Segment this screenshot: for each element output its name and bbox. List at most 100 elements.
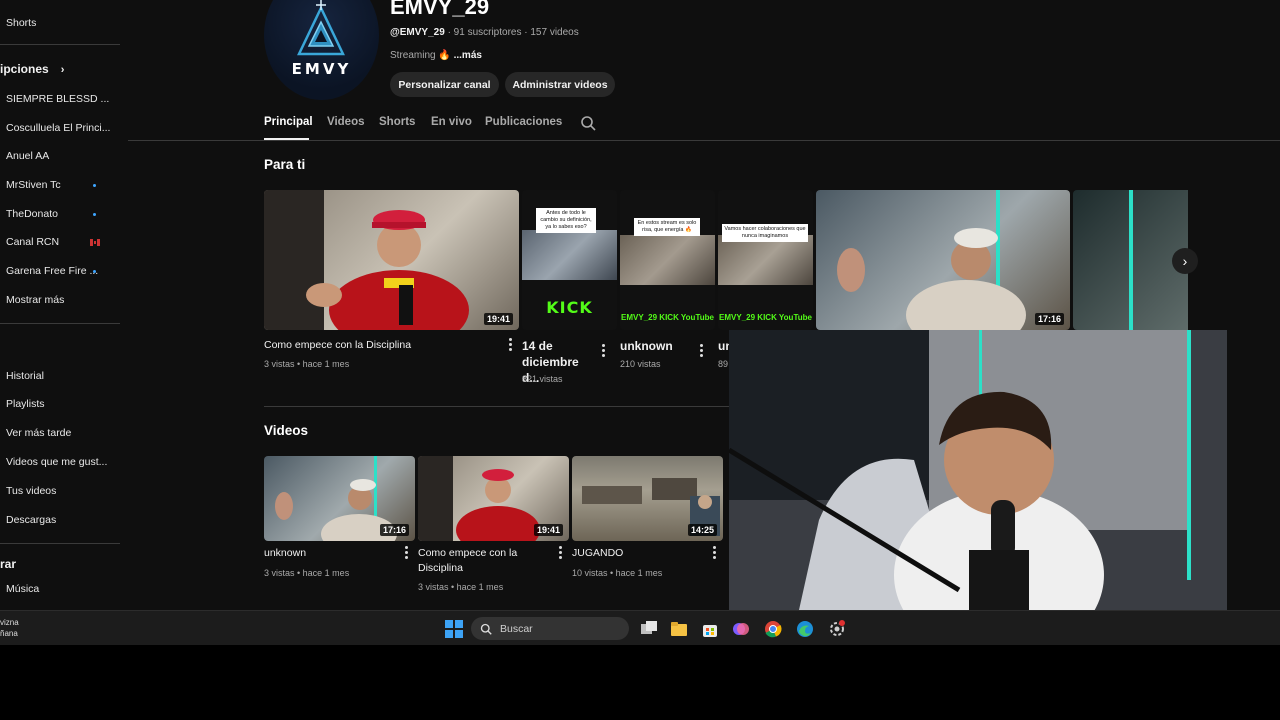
sidebar-subscription-item[interactable]: Canal RCN [6, 236, 118, 248]
more-actions-icon[interactable] [508, 338, 512, 352]
more-actions-icon[interactable] [404, 546, 408, 560]
sidebar-show-more[interactable]: Mostrar más [6, 294, 118, 306]
section-title-for-you: Para ti [264, 157, 306, 172]
sidebar-item-watch-later[interactable]: Ver más tarde [6, 427, 118, 439]
sidebar-divider [0, 543, 120, 544]
channel-handle: @EMVY_29 [390, 27, 445, 38]
video-duration: 19:41 [533, 524, 563, 536]
tabs-divider [128, 140, 1280, 141]
video-thumbnail[interactable]: 17:16 [264, 456, 415, 541]
sidebar-item-downloads[interactable]: Descargas [6, 514, 118, 526]
video-thumbnail[interactable] [1073, 190, 1188, 330]
sidebar-heading-subscriptions[interactable]: ipciones › [0, 62, 64, 76]
video-meta: 3 vistas • hace 1 mes [264, 359, 350, 369]
fire-icon: 🔥 [438, 50, 451, 61]
video-thumbnail[interactable]: 17:16 [816, 190, 1070, 330]
sidebar: Shorts ipciones › SIEMPRE BLESSD ... Cosc… [0, 0, 128, 610]
windows-start-icon[interactable] [445, 620, 463, 638]
video-thumbnail[interactable]: 19:41 [264, 190, 519, 330]
sidebar-item-liked-videos[interactable]: Videos que me gust... [6, 456, 118, 468]
sidebar-subscription-item[interactable]: SIEMPRE BLESSD ... [6, 93, 118, 105]
file-explorer-icon[interactable] [670, 620, 688, 638]
sidebar-divider [0, 44, 120, 45]
video-thumbnail[interactable]: 14:25 [572, 456, 723, 541]
section-title-videos: Videos [264, 423, 309, 438]
section-divider [264, 406, 729, 407]
manage-videos-button[interactable]: Administrar videos [505, 72, 615, 97]
short-caption: Vamos hacer colaboraciones que nunca ima… [722, 224, 808, 242]
edge-icon[interactable] [796, 620, 814, 638]
video-title[interactable]: Como empece con la Disciplina [418, 546, 548, 576]
video-title[interactable]: JUGANDO [572, 546, 702, 561]
channel-counts: · 91 suscriptores · 157 videos [447, 27, 579, 38]
kick-logo: KICK [546, 298, 593, 317]
tab-videos[interactable]: Videos [327, 116, 365, 128]
sidebar-item-history[interactable]: Historial [6, 370, 118, 382]
letterbox-bar [0, 645, 1280, 720]
new-content-dot [93, 213, 96, 216]
sidebar-subscription-item[interactable]: TheDonato [6, 208, 118, 220]
sidebar-item-shorts[interactable]: Shorts [6, 17, 118, 29]
short-thumbnail[interactable]: Vamos hacer colaboraciones que nunca ima… [718, 190, 813, 330]
microsoft-store-icon[interactable] [701, 620, 719, 638]
short-frame [522, 230, 617, 280]
weather-widget[interactable]: vizna ñana [0, 617, 19, 639]
copilot-icon[interactable] [732, 620, 750, 638]
short-views: 210 vistas [620, 359, 661, 369]
short-views: 821 vistas [522, 374, 563, 384]
sidebar-divider [0, 323, 120, 324]
search-icon[interactable] [580, 115, 596, 131]
more-actions-icon[interactable] [712, 546, 716, 560]
chrome-icon[interactable] [764, 620, 782, 638]
channel-description[interactable]: Streaming 🔥 ...más [390, 50, 482, 61]
more-link[interactable]: ...más [454, 50, 482, 61]
sidebar-item-your-videos[interactable]: Tus videos [6, 485, 118, 497]
video-duration: 17:16 [1034, 313, 1064, 325]
video-title[interactable]: unknown [264, 546, 394, 561]
person-thumbnail-illustration [264, 190, 469, 330]
video-duration: 14:25 [687, 524, 717, 536]
video-meta: 10 vistas • hace 1 mes [572, 568, 663, 578]
sidebar-item-playlists[interactable]: Playlists [6, 398, 118, 410]
sidebar-subscription-item[interactable]: Garena Free Fire ... [6, 265, 118, 277]
windows-taskbar: vizna ñana Buscar [0, 610, 1280, 645]
video-title[interactable]: Como empece con la Disciplina [264, 338, 494, 353]
tab-posts[interactable]: Publicaciones [485, 116, 562, 128]
short-frame [620, 235, 715, 285]
short-thumbnail[interactable]: En estos stream es solo risa, que energí… [620, 190, 715, 330]
more-actions-icon[interactable] [699, 344, 703, 358]
short-thumbnail[interactable]: Antes de todo le cambio su definición, y… [522, 190, 617, 330]
task-view-icon[interactable] [640, 620, 658, 638]
short-caption: En estos stream es solo risa, que energí… [634, 218, 700, 236]
led-strip [1129, 190, 1133, 330]
sidebar-subscription-item[interactable]: Anuel AA [6, 150, 118, 162]
short-caption: Antes de todo le cambio su definición, y… [536, 208, 596, 233]
video-duration: 17:16 [379, 524, 409, 536]
video-thumbnail[interactable]: 19:41 [418, 456, 569, 541]
more-actions-icon[interactable] [601, 344, 605, 358]
customize-channel-button[interactable]: Personalizar canal [390, 72, 499, 97]
new-content-dot [93, 184, 96, 187]
tab-shorts[interactable]: Shorts [379, 116, 415, 128]
channel-avatar[interactable]: EMVY [264, 0, 379, 100]
short-title[interactable]: unknown [620, 338, 695, 354]
tab-live[interactable]: En vivo [431, 116, 472, 128]
tab-principal[interactable]: Principal [264, 116, 313, 128]
video-meta: 3 vistas • hace 1 mes [264, 568, 350, 578]
sidebar-subscription-item[interactable]: MrStiven Tc [6, 179, 118, 191]
taskbar-search[interactable]: Buscar [471, 617, 629, 640]
sidebar-item-music[interactable]: Música [6, 583, 118, 595]
avatar-logo-text: EMVY [291, 60, 352, 78]
kick-youtube-logo: EMVY_29 KICK YouTube [621, 313, 714, 322]
settings-icon[interactable] [828, 620, 846, 638]
short-frame [718, 235, 813, 285]
more-actions-icon[interactable] [558, 546, 562, 560]
video-meta: 3 vistas • hace 1 mes [418, 582, 504, 592]
chevron-right-icon: › [60, 64, 65, 76]
new-content-dot [93, 270, 96, 273]
chevron-right-icon[interactable]: › [1172, 248, 1198, 274]
youtube-app: Shorts ipciones › SIEMPRE BLESSD ... Cosc… [0, 0, 1280, 610]
video-duration: 19:41 [483, 313, 513, 325]
sidebar-heading-explore: rar [0, 557, 17, 571]
sidebar-subscription-item[interactable]: Cosculluela El Princi... [6, 122, 118, 134]
